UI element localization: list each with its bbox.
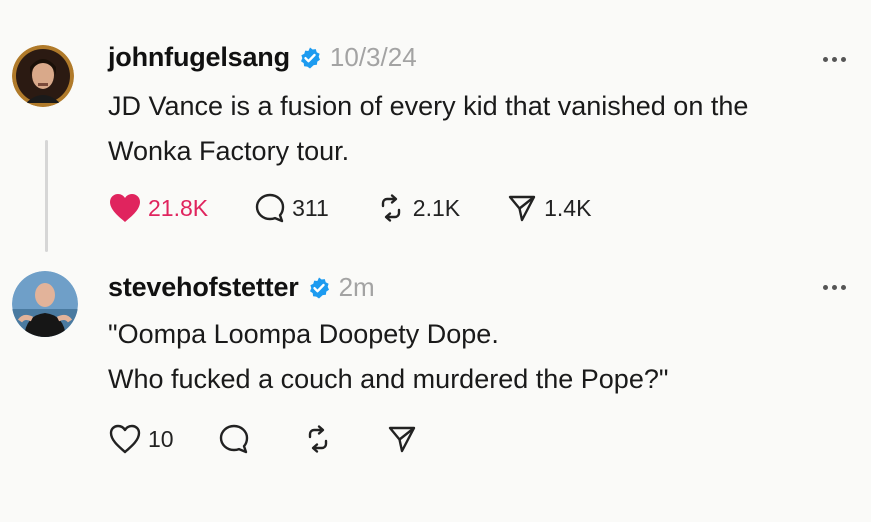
share-icon xyxy=(508,195,536,222)
comment-icon xyxy=(255,193,285,223)
heart-outline-icon xyxy=(109,424,141,454)
post-header: johnfugelsang 10/3/24 xyxy=(108,42,417,73)
avatar-image xyxy=(12,271,78,337)
comment-icon xyxy=(219,424,248,454)
post-johnfugelsang: johnfugelsang 10/3/24 JD Vance is a fusi… xyxy=(0,0,871,262)
share-count: 1.4K xyxy=(544,194,592,221)
avatar-johnfugelsang[interactable] xyxy=(12,45,74,107)
post-header: stevehofstetter 2m xyxy=(108,272,375,303)
thread-connector-line xyxy=(45,140,48,252)
comment-count: 311 xyxy=(292,194,329,221)
more-options-icon[interactable] xyxy=(819,282,849,292)
post-stevehofstetter: stevehofstetter 2m "Oompa Loompa Doopety… xyxy=(0,262,871,522)
like-button[interactable]: 10 xyxy=(108,423,174,455)
post-body: JD Vance is a fusion of every kid that v… xyxy=(108,84,748,174)
username[interactable]: johnfugelsang xyxy=(108,42,290,73)
post-actions: 21.8K 311 2.1K 1.4K xyxy=(108,192,591,224)
verified-badge-icon xyxy=(298,46,322,70)
post-actions: 10 xyxy=(108,423,418,455)
post-text-line: "Oompa Loompa Doopety Dope. xyxy=(108,319,499,349)
heart-filled-icon xyxy=(110,194,140,222)
repost-icon xyxy=(381,194,400,222)
share-button[interactable] xyxy=(386,423,418,455)
verified-badge-icon xyxy=(307,276,331,300)
post-timestamp: 10/3/24 xyxy=(329,42,417,72)
repost-count: 2.1K xyxy=(412,194,461,221)
share-button[interactable]: 1.4K xyxy=(506,192,591,224)
like-count: 21.8K xyxy=(148,194,209,221)
comment-button[interactable]: 311 xyxy=(254,192,329,224)
post-body: "Oompa Loompa Doopety Dope. Who fucked a… xyxy=(108,312,668,402)
thread-view: johnfugelsang 10/3/24 JD Vance is a fusi… xyxy=(0,0,871,522)
share-icon xyxy=(388,426,415,453)
post-text-line: JD Vance is a fusion of every kid that v… xyxy=(108,91,749,121)
like-count: 10 xyxy=(148,425,174,452)
post-text-line: Wonka Factory tour. xyxy=(108,136,350,166)
comment-button[interactable] xyxy=(218,423,250,455)
post-text-line: Who fucked a couch and murdered the Pope… xyxy=(108,364,669,394)
post-timestamp: 2m xyxy=(338,272,375,302)
repost-button[interactable]: 2.1K xyxy=(375,192,460,224)
more-options-icon[interactable] xyxy=(819,54,849,64)
username[interactable]: stevehofstetter xyxy=(108,272,299,303)
repost-icon xyxy=(308,425,327,453)
avatar-stevehofstetter[interactable] xyxy=(12,271,78,337)
avatar-image xyxy=(12,45,74,107)
like-button[interactable]: 21.8K xyxy=(108,192,208,224)
repost-button[interactable] xyxy=(302,423,334,455)
